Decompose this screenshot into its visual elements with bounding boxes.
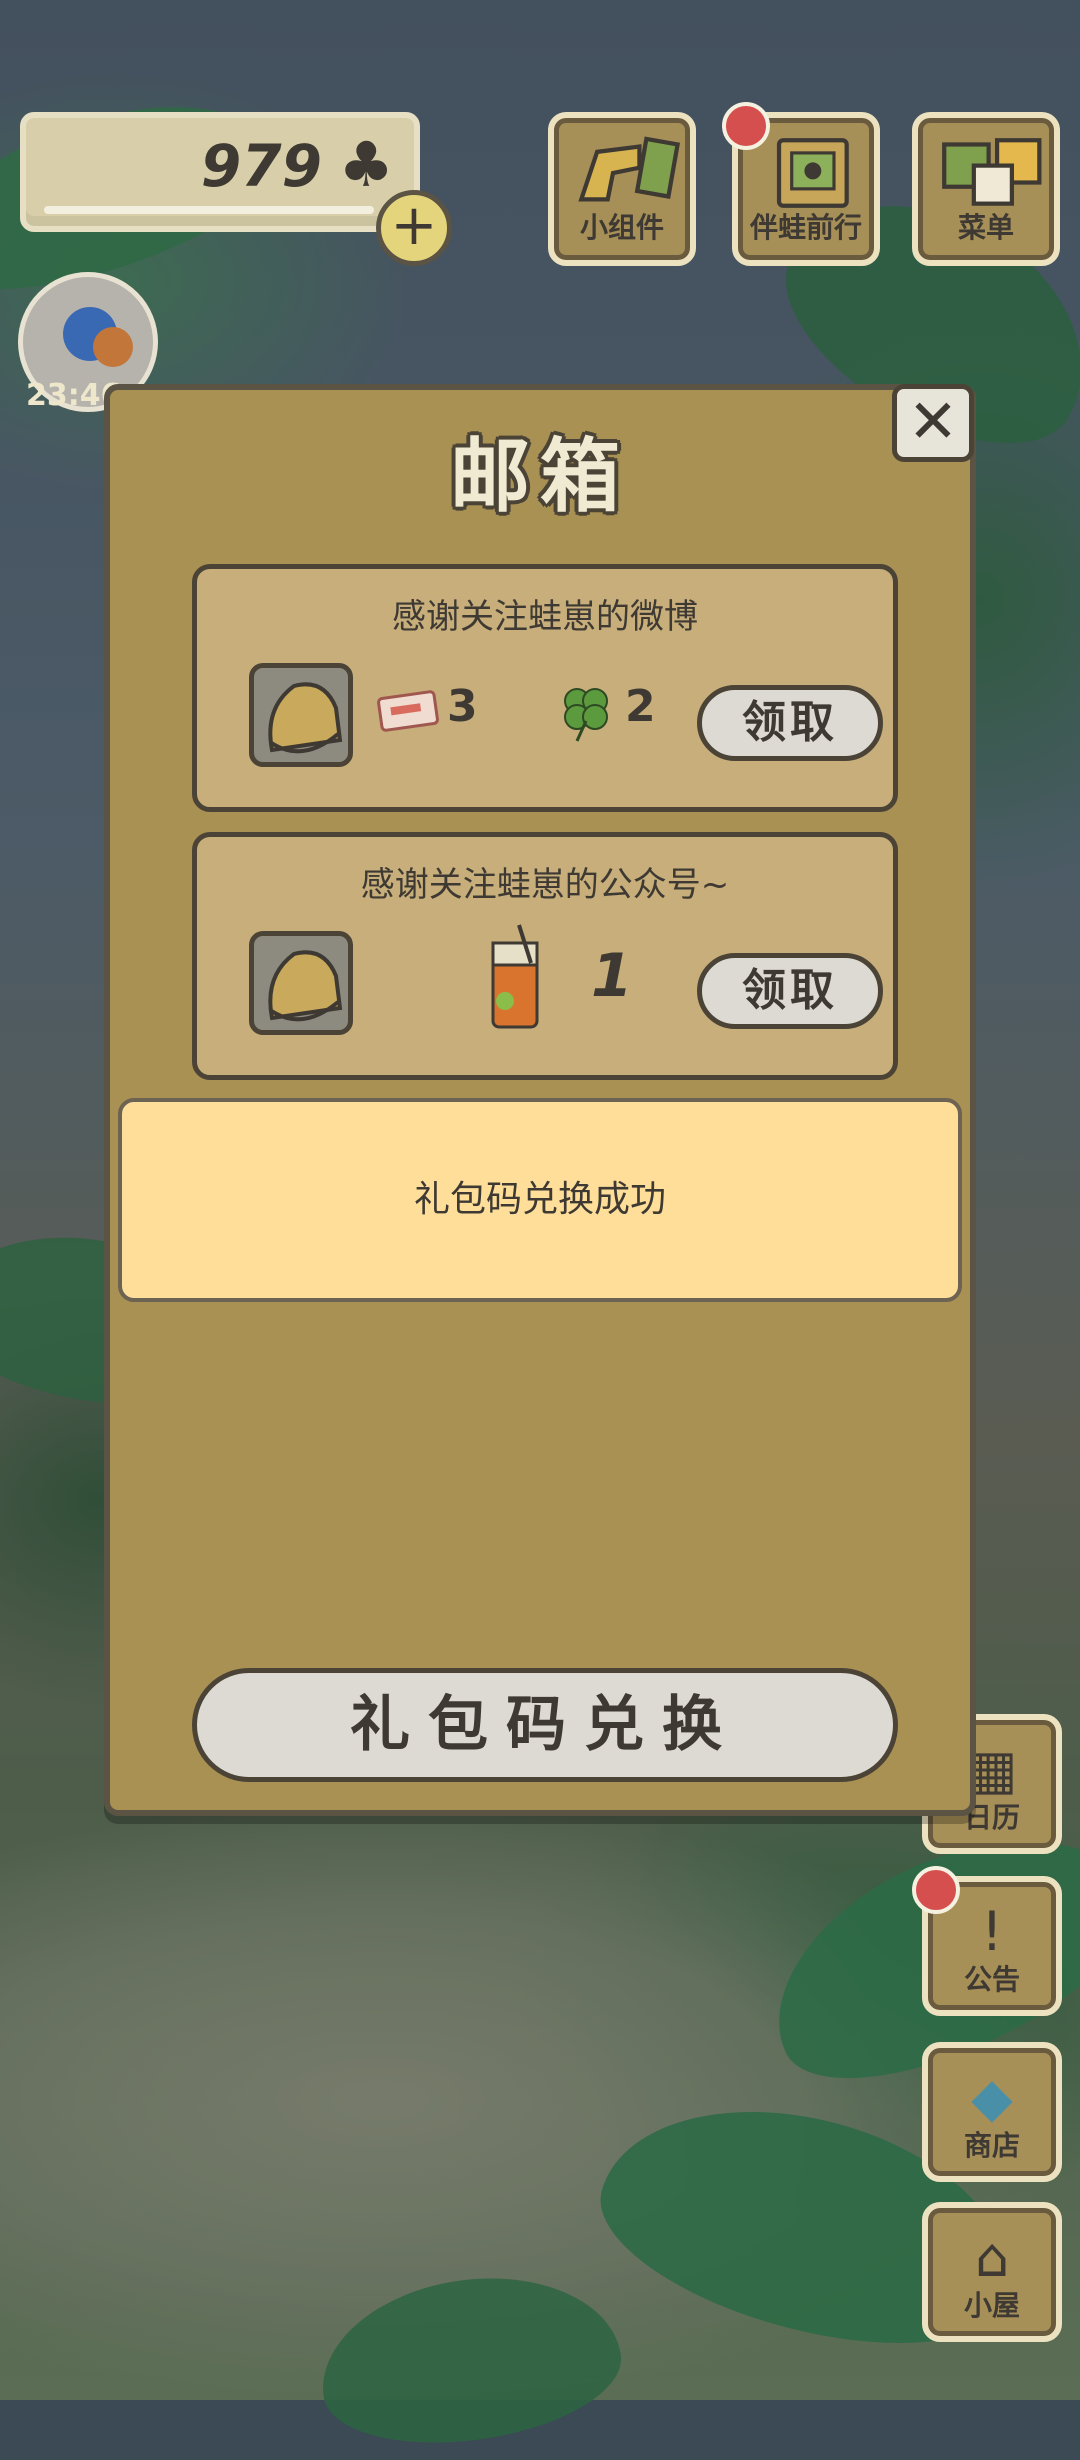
clover-counter: 979 ♣ [20,112,420,232]
menu-label: 菜单 [957,211,1014,244]
frog-journal-icon [776,138,849,208]
notification-dot [722,102,770,150]
notice-label: 公告 [963,1963,1020,1996]
claim-button[interactable]: 领取 [697,685,883,761]
close-button[interactable]: ✕ [892,384,974,462]
add-clover-button[interactable]: + [376,190,452,266]
claim-button[interactable]: 领取 [697,953,883,1029]
mailbox-title: 邮箱 [450,430,630,523]
house-label: 小屋 [963,2289,1020,2322]
bell-icon [249,663,353,767]
mail-item: 感谢关注蛙崽的微博 3 2 领取 [192,564,898,812]
notification-dot [912,1866,960,1914]
snail-icon [93,327,133,367]
widgets-button[interactable]: 小组件 [548,112,696,266]
clover-count: 979 [200,132,322,200]
gift-code-redeem-button[interactable]: 礼包码兑换 [192,1668,898,1782]
travel-label: 伴蛙前行 [749,211,862,244]
shop-bag-icon: ◆ [971,2066,1013,2129]
redeem-success-toast: 礼包码兑换成功 [118,1098,962,1302]
mail-subject: 感谢关注蛙崽的微博 [392,597,698,637]
drink-quantity: 1 [591,941,633,1011]
bell-icon [249,931,353,1035]
mail-subject: 感谢关注蛙崽的公众号~ [360,865,730,905]
ticket-quantity: 3 [447,681,478,732]
counter-underline [44,206,374,214]
widgets-label: 小组件 [579,211,664,244]
shop-label: 商店 [963,2129,1020,2162]
clover-icon [564,688,608,742]
drink-icon [491,924,539,1029]
widget-icon [578,136,681,202]
mail-item: 感谢关注蛙崽的公众号~ 1 领取 [192,832,898,1080]
clover-icon: ♣ [338,128,394,201]
ticket-icon [377,690,439,732]
shop-button[interactable]: ◆ 商店 [922,2042,1062,2182]
menu-button[interactable]: 菜单 [912,112,1060,266]
house-icon: ⌂ [974,2226,1010,2289]
exclamation-icon: ! [981,1900,1003,1963]
menu-icon [942,138,1042,206]
house-button[interactable]: ⌂ 小屋 [922,2202,1062,2342]
clover-quantity: 2 [625,681,656,732]
